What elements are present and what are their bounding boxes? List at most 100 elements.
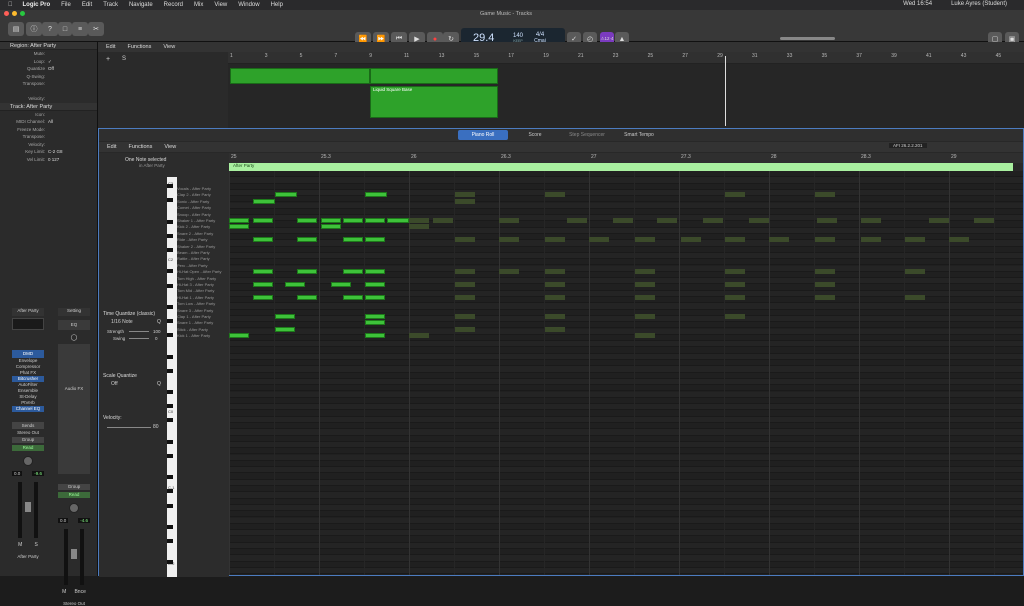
region[interactable] — [370, 68, 498, 84]
midi-note[interactable] — [275, 314, 295, 319]
menu-record[interactable]: Record — [164, 2, 183, 8]
library-button[interactable]: ▤ — [8, 22, 24, 36]
close-window-button[interactable] — [4, 11, 9, 16]
track-header[interactable]: Track: After Party — [0, 102, 97, 111]
mute-button[interactable]: M — [62, 589, 66, 595]
mixer-button[interactable]: ✂ — [88, 22, 104, 36]
tracks-edit-menu[interactable]: Edit — [106, 44, 115, 50]
quantize-button[interactable]: Q — [157, 319, 161, 325]
midi-note[interactable] — [297, 294, 317, 300]
group-slot[interactable]: Group — [12, 437, 44, 443]
black-key[interactable] — [167, 539, 173, 544]
tab-step-sequencer[interactable]: Step Sequencer — [562, 130, 612, 140]
piano-roll-region-bar[interactable]: After Party — [229, 163, 1013, 171]
tab-score[interactable]: Score — [510, 130, 560, 140]
region-header[interactable]: Region: After Party — [0, 42, 97, 50]
piano-keyboard[interactable]: C3C2C1C0C-1C-2 — [167, 177, 177, 577]
track-param[interactable]: Icon: — [0, 111, 97, 119]
midi-note[interactable] — [297, 237, 317, 243]
midi-note[interactable] — [343, 237, 363, 243]
black-key[interactable] — [167, 439, 173, 444]
midi-note[interactable] — [321, 218, 341, 223]
velocity-slider[interactable] — [107, 427, 151, 428]
black-key[interactable] — [167, 489, 173, 494]
track-param[interactable]: Transpose: — [0, 133, 97, 141]
midi-note[interactable] — [365, 218, 385, 223]
menu-edit[interactable]: Edit — [82, 2, 92, 8]
pr-edit-menu[interactable]: Edit — [107, 144, 116, 150]
midi-note[interactable] — [343, 294, 363, 300]
eq-slot[interactable]: EQ — [58, 320, 90, 330]
send-slot[interactable]: Sends — [12, 422, 44, 429]
quick-help-button[interactable]: ? — [42, 22, 58, 36]
pr-functions-menu[interactable]: Functions — [128, 144, 152, 150]
midi-note[interactable] — [321, 224, 341, 230]
track-param[interactable]: Key Limit: C-2 G8 — [0, 148, 97, 156]
midi-note[interactable] — [253, 237, 273, 243]
pan-knob[interactable] — [69, 503, 79, 513]
tracks-view-menu[interactable]: View — [163, 44, 175, 50]
menu-navigate[interactable]: Navigate — [129, 2, 153, 8]
track-param[interactable]: Velocity: — [0, 141, 97, 149]
region-param[interactable]: Velocity: — [0, 95, 97, 103]
menu-mix[interactable]: Mix — [194, 2, 203, 8]
region-param[interactable]: Loop: ✓ — [0, 58, 97, 66]
black-key[interactable] — [167, 269, 173, 274]
midi-note[interactable] — [387, 218, 409, 223]
menu-track[interactable]: Track — [103, 2, 118, 8]
automation-mode[interactable]: Read — [58, 492, 90, 498]
pr-view-menu[interactable]: View — [164, 144, 176, 150]
black-key[interactable] — [167, 390, 173, 394]
track-param[interactable]: Freeze Mode: — [0, 126, 97, 134]
solo-strip-button[interactable]: S — [35, 542, 38, 548]
black-key[interactable] — [167, 524, 173, 529]
param-value[interactable]: Off — [48, 65, 54, 73]
link-icon[interactable]: ◯ — [58, 334, 90, 342]
midi-note[interactable] — [365, 192, 387, 198]
playhead[interactable] — [725, 56, 726, 126]
note-grid[interactable] — [229, 171, 1023, 575]
menu-file[interactable]: File — [61, 2, 71, 8]
piano-roll-ruler[interactable]: 25 25.3 26 26.3 27 27.3 28 28.3 29 — [229, 153, 1023, 163]
black-key[interactable] — [167, 219, 173, 224]
param-value[interactable]: 0 127 — [48, 156, 59, 164]
midi-note[interactable] — [253, 218, 273, 223]
midi-note[interactable] — [331, 282, 351, 287]
midi-note[interactable] — [343, 269, 363, 275]
param-value[interactable]: All — [48, 118, 53, 126]
strip-setting[interactable]: After Party — [12, 308, 44, 316]
plugin-slot[interactable]: Channel EQ — [12, 406, 44, 412]
user-name[interactable]: Luke Ayres (Student) — [951, 1, 1007, 7]
position-display[interactable]: AFI 26.2.2.201 — [889, 143, 927, 148]
midi-note[interactable] — [229, 218, 249, 223]
tab-smart-tempo[interactable]: Smart Tempo — [614, 130, 664, 140]
region-liquid-square-base[interactable]: Liquid Square Base — [370, 86, 498, 118]
midi-note[interactable] — [365, 282, 385, 287]
black-key[interactable] — [167, 304, 173, 309]
eq-display[interactable] — [12, 318, 44, 330]
add-track-button[interactable]: + — [106, 56, 110, 63]
midi-note[interactable] — [253, 282, 273, 287]
track-param[interactable]: MIDI Channel: All — [0, 118, 97, 126]
tracks-ruler[interactable]: 1 3 5 7 9 11 13 15 17 19 21 23 25 27 29 31 33 35 37 39 41 43 4… — [228, 52, 1024, 64]
apple-icon[interactable]:  — [8, 2, 13, 8]
midi-note[interactable] — [253, 198, 275, 204]
midi-note[interactable] — [253, 294, 273, 300]
black-key[interactable] — [167, 368, 173, 373]
inspector-button[interactable]: ⓘ — [26, 22, 42, 36]
automation-mode[interactable]: Read — [12, 445, 44, 451]
strength-slider[interactable] — [129, 331, 149, 332]
track-param[interactable]: Vel Limit: 0 127 — [0, 156, 97, 164]
tracks-functions-menu[interactable]: Functions — [127, 44, 151, 50]
black-key[interactable] — [167, 248, 173, 252]
menu-help[interactable]: Help — [271, 2, 283, 8]
midi-note[interactable] — [253, 269, 273, 275]
region-param[interactable]: Transpose: — [0, 80, 97, 88]
black-key[interactable] — [167, 503, 173, 508]
bounce-button[interactable]: Bnce — [74, 589, 85, 595]
midi-note[interactable] — [343, 218, 363, 223]
midi-note[interactable] — [297, 269, 317, 275]
global-tracks-button[interactable]: S — [122, 56, 126, 62]
scale-value[interactable]: Off — [111, 381, 118, 387]
audio-fx-slot[interactable]: Audio FX — [58, 344, 90, 474]
